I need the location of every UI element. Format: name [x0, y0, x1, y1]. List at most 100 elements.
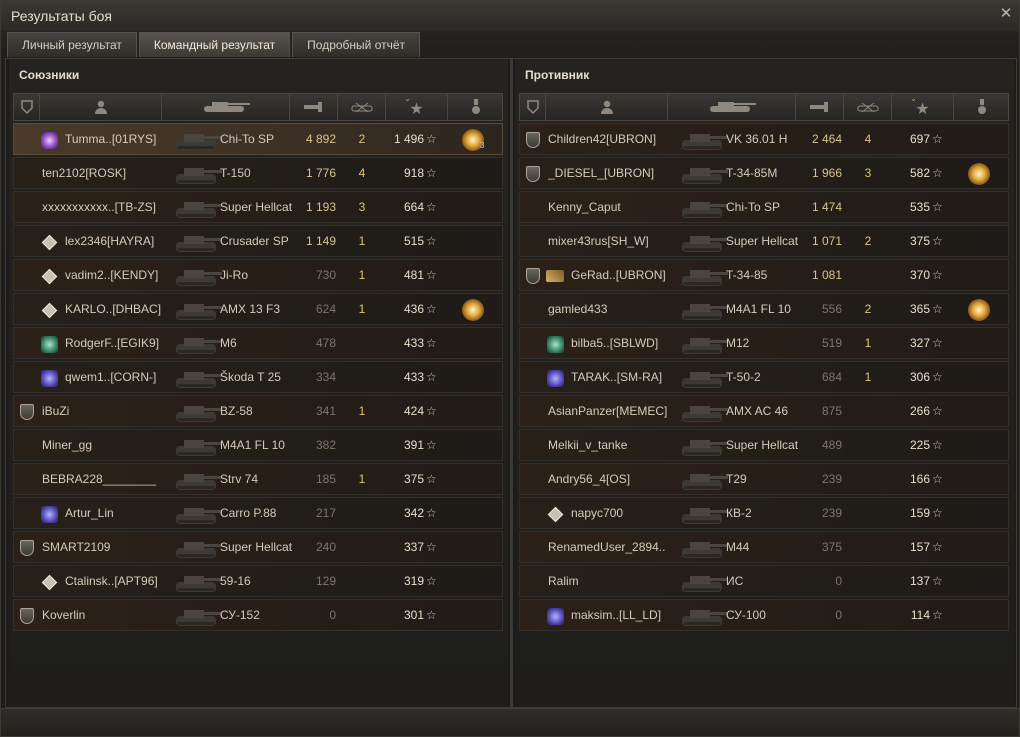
damage-icon[interactable]	[796, 94, 844, 120]
medal-icon[interactable]	[968, 163, 990, 185]
damage-value: 129	[315, 574, 336, 588]
star-icon: ☆	[426, 336, 437, 350]
tank-icon	[172, 126, 224, 154]
star-icon: ☆	[426, 268, 437, 282]
xp-value: 370	[909, 268, 930, 282]
player-icon[interactable]	[546, 94, 668, 120]
player-row[interactable]: gamled433 M4A1 FL 10 556 2 365 ☆	[519, 293, 1009, 325]
window-title: Результаты боя	[11, 8, 113, 24]
player-name: AsianPanzer[MEMEC]	[548, 404, 668, 418]
player-row[interactable]: Andry56_4[OS] T29 239 166 ☆	[519, 463, 1009, 495]
xp-value: 375	[909, 234, 930, 248]
player-row[interactable]: Miner_gg M4A1 FL 10 382 391 ☆	[13, 429, 503, 461]
tank-icon[interactable]	[668, 94, 796, 120]
rank-shield-icon[interactable]	[14, 94, 40, 120]
player-name: RenamedUser_2894..	[548, 540, 666, 554]
player-row[interactable]: GeRad..[UBRON] T-34-85 1 081 370 ☆	[519, 259, 1009, 291]
player-row[interactable]: Melkii_v_tanke Super Hellcat 489 225 ☆	[519, 429, 1009, 461]
kills-icon[interactable]	[844, 94, 892, 120]
player-name: mixer43rus[SH_W]	[548, 234, 649, 248]
player-row[interactable]: Children42[UBRON] VK 36.01 H 2 464 4 697 ☆	[519, 123, 1009, 155]
vehicle-name: Super Hellcat	[220, 200, 293, 214]
player-name: Kenny_Caput	[548, 200, 621, 214]
player-name: Miner_gg	[42, 438, 93, 452]
player-row[interactable]: qwem1..[CORN-] Škoda T 25 334 433 ☆	[13, 361, 503, 393]
player-row[interactable]: SMART2109 Super Hellcat 240 337 ☆	[13, 531, 503, 563]
clan-badge-icon	[546, 335, 564, 353]
vehicle-name: 59-16	[220, 574, 251, 588]
tank-icon	[172, 262, 224, 290]
player-row[interactable]: ten2102[ROSK] T-150 1 776 4 918 ☆	[13, 157, 503, 189]
kills-value: 1	[358, 234, 366, 248]
player-row[interactable]: BEBRA228________ Strv 74 185 1 375 ☆	[13, 463, 503, 495]
player-name: Artur_Lin	[65, 506, 114, 520]
star-icon: ☆	[932, 302, 943, 316]
tank-icon	[678, 228, 730, 256]
player-row[interactable]: napyc700 КВ-2 239 159 ☆	[519, 497, 1009, 529]
allies-column-header: ⌄ ★	[13, 93, 503, 121]
damage-icon[interactable]	[290, 94, 338, 120]
medal-icon[interactable]	[462, 299, 484, 321]
close-icon[interactable]: ✕	[999, 6, 1013, 21]
player-row[interactable]: RodgerF..[EGIK9] M6 478 433 ☆	[13, 327, 503, 359]
tank-icon	[678, 398, 730, 426]
player-icon[interactable]	[40, 94, 162, 120]
player-row[interactable]: vadim2..[KENDY] Ji-Ro 730 1 481 ☆	[13, 259, 503, 291]
star-icon: ☆	[932, 404, 943, 418]
medal-icon[interactable]	[954, 94, 1010, 120]
player-row[interactable]: AsianPanzer[MEMEC] AMX AC 46 875 266 ☆	[519, 395, 1009, 427]
rank-shield-icon[interactable]	[520, 94, 546, 120]
xp-value: 433	[403, 370, 424, 384]
tab-detailed-report[interactable]: Подробный отчёт	[292, 32, 421, 57]
player-name: Ctalinsk..[APT96]	[65, 574, 158, 588]
damage-value: 684	[821, 370, 842, 384]
damage-value: 489	[821, 438, 842, 452]
player-row[interactable]: Ctalinsk..[APT96] 59-16 129 319 ☆	[13, 565, 503, 597]
player-row[interactable]: RenamedUser_2894.. M44 375 157 ☆	[519, 531, 1009, 563]
enemies-panel: Противник ⌄ ★ Children42[UBRON] VK 36.01…	[515, 59, 1014, 707]
xp-value: 225	[909, 438, 930, 452]
tank-icon	[172, 228, 224, 256]
tab-personal-result[interactable]: Личный результат	[7, 32, 137, 57]
tab-team-result[interactable]: Командный результат	[138, 32, 291, 57]
title-bar: Результаты боя ✕	[1, 1, 1019, 31]
tank-icon	[172, 364, 224, 392]
tank-icon	[172, 602, 224, 630]
kills-icon[interactable]	[338, 94, 386, 120]
tank-icon	[678, 432, 730, 460]
clan-badge-icon	[40, 335, 58, 353]
player-row[interactable]: bilba5..[SBLWD] M12 519 1 327 ☆	[519, 327, 1009, 359]
medal-icon[interactable]	[448, 94, 504, 120]
player-row[interactable]: iBuZi BZ-58 341 1 424 ☆	[13, 395, 503, 427]
clan-emblem-icon	[40, 505, 58, 523]
vehicle-name: Super Hellcat	[220, 540, 293, 554]
player-row[interactable]: TARAK..[SM-RA] T-50-2 684 1 306 ☆	[519, 361, 1009, 393]
damage-value: 0	[329, 608, 336, 622]
tank-icon[interactable]	[162, 94, 290, 120]
xp-value: 365	[909, 302, 930, 316]
player-row[interactable]: Koverlin СУ-152 0 301 ☆	[13, 599, 503, 631]
player-row[interactable]: Ralim ИС 0 137 ☆	[519, 565, 1009, 597]
vehicle-name: СУ-152	[220, 608, 260, 622]
kills-value: 1	[358, 404, 366, 418]
player-name: xxxxxxxxxxx..[TB-ZS]	[42, 200, 156, 214]
vehicle-name: M4A1 FL 10	[726, 302, 791, 316]
damage-value: 0	[835, 608, 842, 622]
star-icon[interactable]: ⌄ ★	[892, 94, 954, 120]
player-row[interactable]: lex2346[HAYRA] Crusader SP 1 149 1 515 ☆	[13, 225, 503, 257]
player-row[interactable]: _DIESEL_[UBRON] T-34-85M 1 966 3 582 ☆	[519, 157, 1009, 189]
player-row[interactable]: Kenny_Caput Chi-To SP 1 474 535 ☆	[519, 191, 1009, 223]
player-name: Melkii_v_tanke	[548, 438, 628, 452]
player-row[interactable]: maksim..[LL_LD] СУ-100 0 114 ☆	[519, 599, 1009, 631]
player-row[interactable]: xxxxxxxxxxx..[TB-ZS] Super Hellcat 1 193 3 6…	[13, 191, 503, 223]
player-row[interactable]: Tumma..[01RYS] Chi-To SP 4 892 2 1 496 ☆ 3	[13, 123, 503, 155]
vehicle-name: Škoda T 25	[220, 370, 281, 384]
star-icon: ☆	[932, 472, 943, 486]
player-row[interactable]: Artur_Lin Carro P.88 217 342 ☆	[13, 497, 503, 529]
player-row[interactable]: mixer43rus[SH_W] Super Hellcat 1 071 2 375 ☆	[519, 225, 1009, 257]
medal-icon[interactable]	[968, 299, 990, 321]
damage-value: 334	[315, 370, 336, 384]
tab-bar: Личный результат Командный результат Под…	[7, 32, 422, 57]
player-row[interactable]: KARLO..[DHBAC] AMX 13 F3 624 1 436 ☆	[13, 293, 503, 325]
star-icon[interactable]: ⌄ ★	[386, 94, 448, 120]
